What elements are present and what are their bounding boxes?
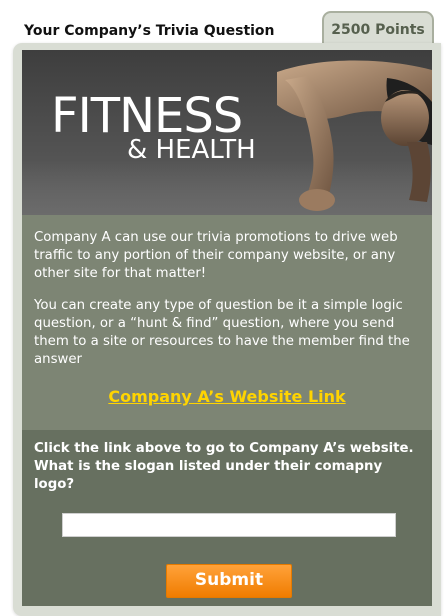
answer-input[interactable] xyxy=(62,513,396,537)
trivia-title: Your Company’s Trivia Question xyxy=(24,23,275,39)
question-text: Click the link above to go to Company A’… xyxy=(34,441,414,492)
company-website-link[interactable]: Company A’s Website Link xyxy=(22,387,432,406)
points-badge: 2500 Points xyxy=(322,11,434,47)
banner-title-health: & HEALTH xyxy=(127,135,256,165)
description-paragraph-1: Company A can use our trivia promotions … xyxy=(34,230,398,281)
fitness-banner-image: FITNESS & HEALTH xyxy=(22,50,432,215)
question-section: Click the link above to go to Company A’… xyxy=(22,430,432,606)
submit-button[interactable]: Submit xyxy=(166,564,292,598)
athlete-pushup-image xyxy=(277,60,432,211)
description-paragraph-2: You can create any type of question be i… xyxy=(34,298,410,367)
banner-title-fitness: FITNESS xyxy=(51,88,243,144)
trivia-content: FITNESS & HEALTH Company A can use our t… xyxy=(22,50,432,606)
